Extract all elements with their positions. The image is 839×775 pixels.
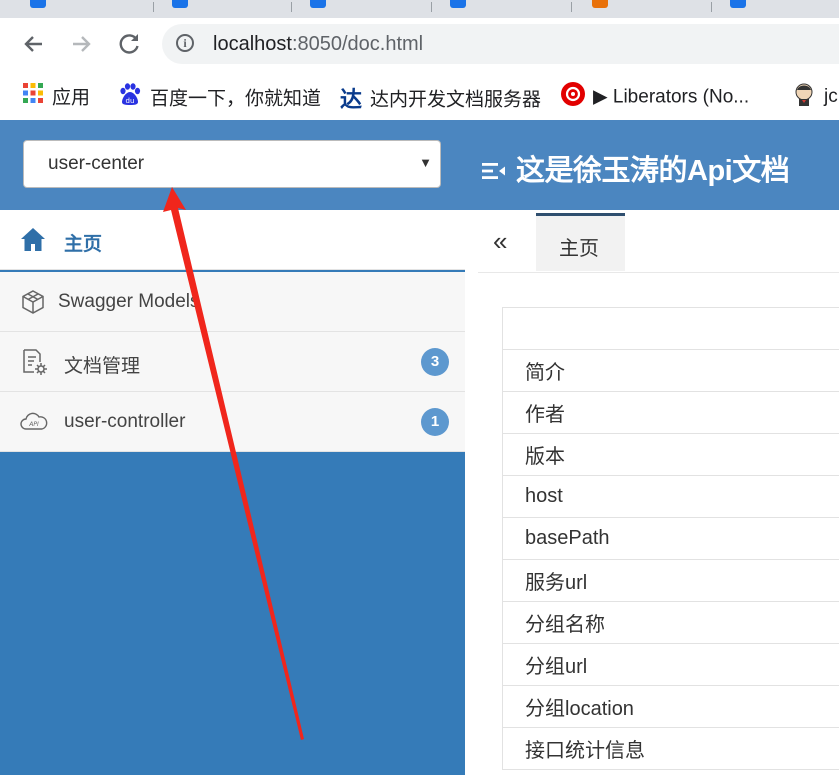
jenkins-avatar-icon (792, 82, 816, 112)
menu-toggle-icon[interactable] (482, 156, 506, 189)
table-row: host (502, 475, 839, 518)
bookmark-liberators[interactable]: ▶ Liberators (No... (561, 82, 749, 108)
info-row-label: host (502, 475, 839, 518)
page-title: 这是徐玉涛的Api文档 (482, 147, 790, 189)
info-row-label: 分组名称 (502, 601, 839, 644)
browser-tab[interactable] (432, 0, 572, 18)
netease-music-icon (561, 82, 585, 112)
table-row: 服务url (502, 559, 839, 602)
browser-toolbar: i localhost:8050/doc.html (0, 18, 839, 70)
address-bar[interactable]: i localhost:8050/doc.html (162, 24, 839, 64)
table-row: 版本 (502, 433, 839, 476)
bookmarks-bar: 应用 du 百度一下，你就知道 达达内开发文档服务器 ▶ Liberators … (0, 70, 839, 120)
table-row: 简介 (502, 349, 839, 392)
sidebar-item-doc-manage[interactable]: 文档管理 3 (0, 332, 465, 392)
main-content: « 主页 简介 作者 版本 host basePath 服务url 分组名称 分组url 分组l… (465, 210, 839, 775)
url-text: localhost:8050/doc.html (213, 33, 423, 56)
info-row-label: 接口统计信息 (502, 727, 839, 770)
baidu-paw-icon: du (118, 82, 142, 112)
page-title-text: 这是徐玉涛的Api文档 (516, 155, 790, 187)
bookmark-label: jc (824, 86, 838, 107)
url-host: localhost (213, 33, 292, 55)
info-row-label: 版本 (502, 433, 839, 476)
info-row-label: 分组location (502, 685, 839, 728)
group-select-value: user-center (48, 153, 145, 174)
table-row: 分组名称 (502, 601, 839, 644)
tab-favicon-icon (310, 0, 326, 8)
doc-settings-icon (20, 348, 47, 375)
collapse-sidebar-icon[interactable]: « (493, 226, 507, 257)
home-icon (20, 227, 46, 253)
dropdown-caret-icon: ▼ (419, 155, 432, 170)
bookmark-tarena[interactable]: 达达内开发文档服务器 (340, 82, 542, 112)
tarena-logo-icon: 达 (340, 87, 363, 112)
browser-tab[interactable] (572, 0, 712, 18)
info-row-label: 服务url (502, 559, 839, 602)
browser-tab[interactable] (10, 0, 154, 18)
info-row-label: basePath (502, 517, 839, 560)
sidebar-item-home[interactable]: 主页 (0, 210, 465, 270)
count-badge: 3 (421, 348, 449, 376)
tab-favicon-icon (30, 0, 46, 8)
forward-arrow-icon[interactable] (67, 30, 95, 58)
tab-favicon-icon (730, 0, 746, 8)
tab-favicon-icon (592, 0, 608, 8)
table-row: 分组url (502, 643, 839, 686)
sidebar-item-label: Swagger Models (58, 291, 200, 312)
table-header-row (502, 307, 839, 350)
browser-tab[interactable] (154, 0, 292, 18)
sidebar-item-label: 文档管理 (64, 356, 141, 377)
tab-label: 主页 (559, 238, 599, 260)
url-path: :8050/doc.html (291, 33, 424, 55)
browser-tab[interactable] (292, 0, 432, 18)
bookmark-label: 百度一下，你就知道 (150, 88, 322, 110)
sidebar: 主页 Swagger Models 文档管理 3 API user-contro… (0, 210, 465, 775)
info-row-label: 分组url (502, 643, 839, 686)
bookmark-baidu[interactable]: du 百度一下，你就知道 (118, 82, 322, 110)
back-arrow-icon[interactable] (20, 30, 48, 58)
apps-grid-icon (22, 82, 44, 110)
browser-tab-strip (0, 0, 839, 18)
tab-favicon-icon (450, 0, 466, 8)
sidebar-item-user-controller[interactable]: API user-controller 1 (0, 392, 465, 452)
models-cube-icon (20, 289, 46, 315)
table-row: basePath (502, 517, 839, 560)
svg-text:du: du (126, 97, 135, 105)
sidebar-item-label: 主页 (64, 234, 103, 255)
bookmark-label: 达内开发文档服务器 (370, 89, 542, 111)
bookmark-label: ▶ Liberators (No... (593, 86, 750, 108)
api-cloud-icon: API (20, 411, 48, 437)
tabs-bar: « 主页 (478, 210, 839, 273)
table-row: 作者 (502, 391, 839, 434)
api-info-table: 简介 作者 版本 host basePath 服务url 分组名称 分组url 分组locati… (502, 307, 839, 770)
bookmark-apps[interactable]: 应用 (22, 82, 91, 110)
site-info-icon[interactable]: i (176, 34, 194, 52)
group-select[interactable]: user-center ▼ (23, 140, 441, 188)
tab-favicon-icon (172, 0, 188, 8)
tab-home[interactable]: 主页 (536, 213, 625, 271)
count-badge: 1 (421, 408, 449, 436)
browser-tab[interactable] (712, 0, 839, 18)
app-header: user-center ▼ 这是徐玉涛的Api文档 (0, 120, 839, 210)
bookmark-label: 应用 (52, 87, 91, 109)
table-row: 接口统计信息 (502, 727, 839, 770)
table-row: 分组location (502, 685, 839, 728)
info-row-label: 简介 (502, 349, 839, 392)
sidebar-item-label: user-controller (64, 411, 186, 432)
info-row-label: 作者 (502, 391, 839, 434)
reload-icon[interactable] (115, 30, 143, 58)
svg-text:API: API (28, 421, 39, 428)
sidebar-item-swagger-models[interactable]: Swagger Models (0, 272, 465, 332)
bookmark-jenkins[interactable]: jc (792, 82, 838, 108)
